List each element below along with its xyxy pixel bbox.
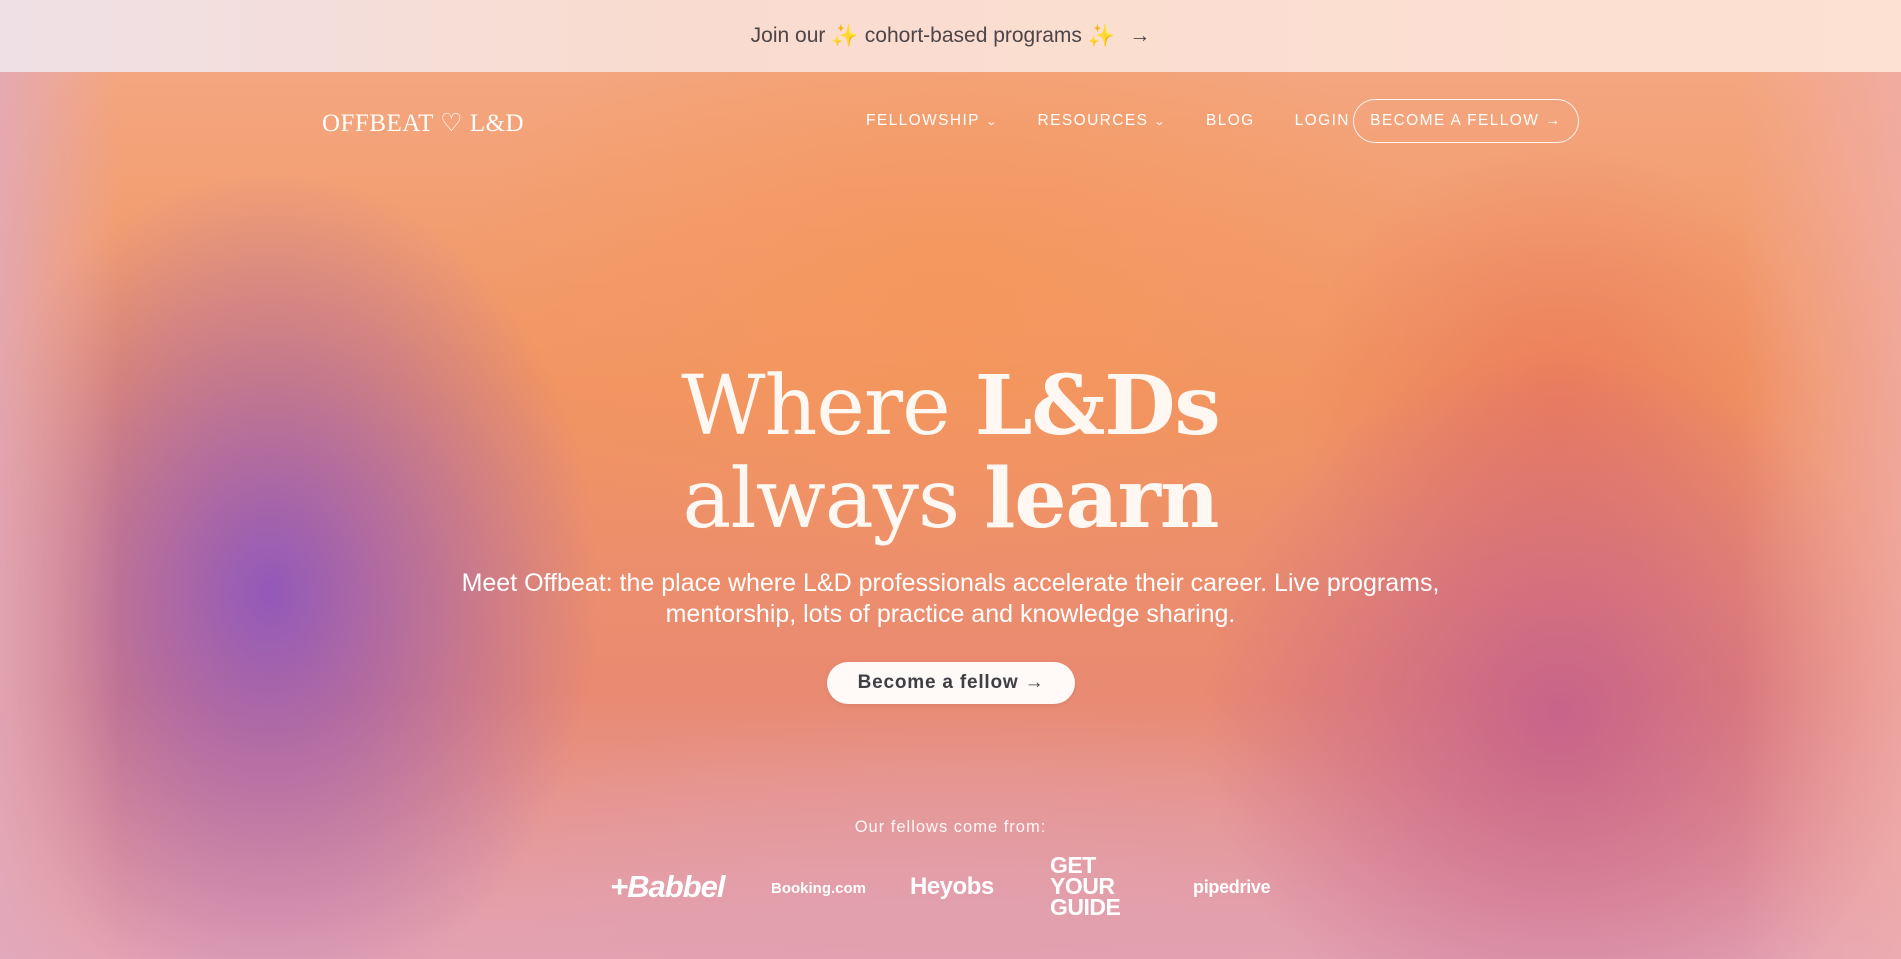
arrow-right-icon: → [1129, 24, 1151, 47]
become-fellow-nav-button[interactable]: BECOME A FELLOW → [1353, 99, 1579, 143]
chevron-down-icon: ⌄ [1153, 115, 1168, 128]
nav-item-blog[interactable]: BLOG [1206, 112, 1255, 130]
company-logos: +Babbel Booking.com Heyobs GET YOUR GUID… [0, 854, 1901, 921]
nav-item-label: FELLOWSHIP [866, 112, 980, 129]
booking-logo: Booking.com [771, 880, 867, 897]
hero-heading: Where L&Ds always learn [0, 360, 1901, 546]
heyjobs-logo: Heyobs [910, 873, 994, 900]
hero-heading-line-2: always learn [0, 453, 1901, 546]
hero-word: always [682, 452, 961, 547]
become-fellow-button[interactable]: Become a fellow → [827, 662, 1075, 704]
hero-word-bold: learn [984, 451, 1219, 547]
banner-text: cohort-based programs [864, 24, 1082, 47]
hero-subtitle: Meet Offbeat: the place where L&D profes… [461, 569, 1440, 628]
hero-heading-line-1: Where L&Ds [0, 360, 1901, 453]
nav-menu: FELLOWSHIP ⌄ RESOURCES ⌄ BLOG LOGIN [866, 112, 1390, 130]
nav-item-label: RESOURCES [1037, 112, 1149, 129]
nav-item-resources[interactable]: RESOURCES ⌄ [1038, 112, 1166, 130]
hero-word: Where [681, 359, 950, 454]
logo-text: GUIDE [1050, 894, 1121, 920]
getyourguide-logo: GET YOUR GUIDE [1050, 854, 1121, 920]
nav-item-label: BLOG [1205, 112, 1255, 129]
sparkles-icon: ✨ [831, 23, 859, 48]
banner-prefix: Join our [750, 24, 826, 47]
pipedrive-logo: pipedrive [1193, 877, 1271, 897]
sparkles-icon: ✨ [1087, 23, 1116, 48]
hero-word-bold: L&Ds [974, 358, 1221, 454]
announcement-banner[interactable]: Join our ✨ cohort-based programs ✨ → [0, 0, 1901, 72]
chevron-down-icon: ⌄ [985, 115, 1000, 128]
nav-item-login[interactable]: LOGIN [1295, 112, 1350, 130]
nav-item-fellowship[interactable]: FELLOWSHIP ⌄ [866, 112, 998, 130]
fellows-label: Our fellows come from: [854, 818, 1047, 836]
babbel-logo: +Babbel [610, 869, 725, 904]
site-logo[interactable]: OFFBEAT ♡ L&D [322, 108, 524, 138]
top-navigation: OFFBEAT ♡ L&D FELLOWSHIP ⌄ RESOURCES ⌄ B… [0, 72, 1901, 172]
nav-item-label: LOGIN [1294, 112, 1350, 129]
